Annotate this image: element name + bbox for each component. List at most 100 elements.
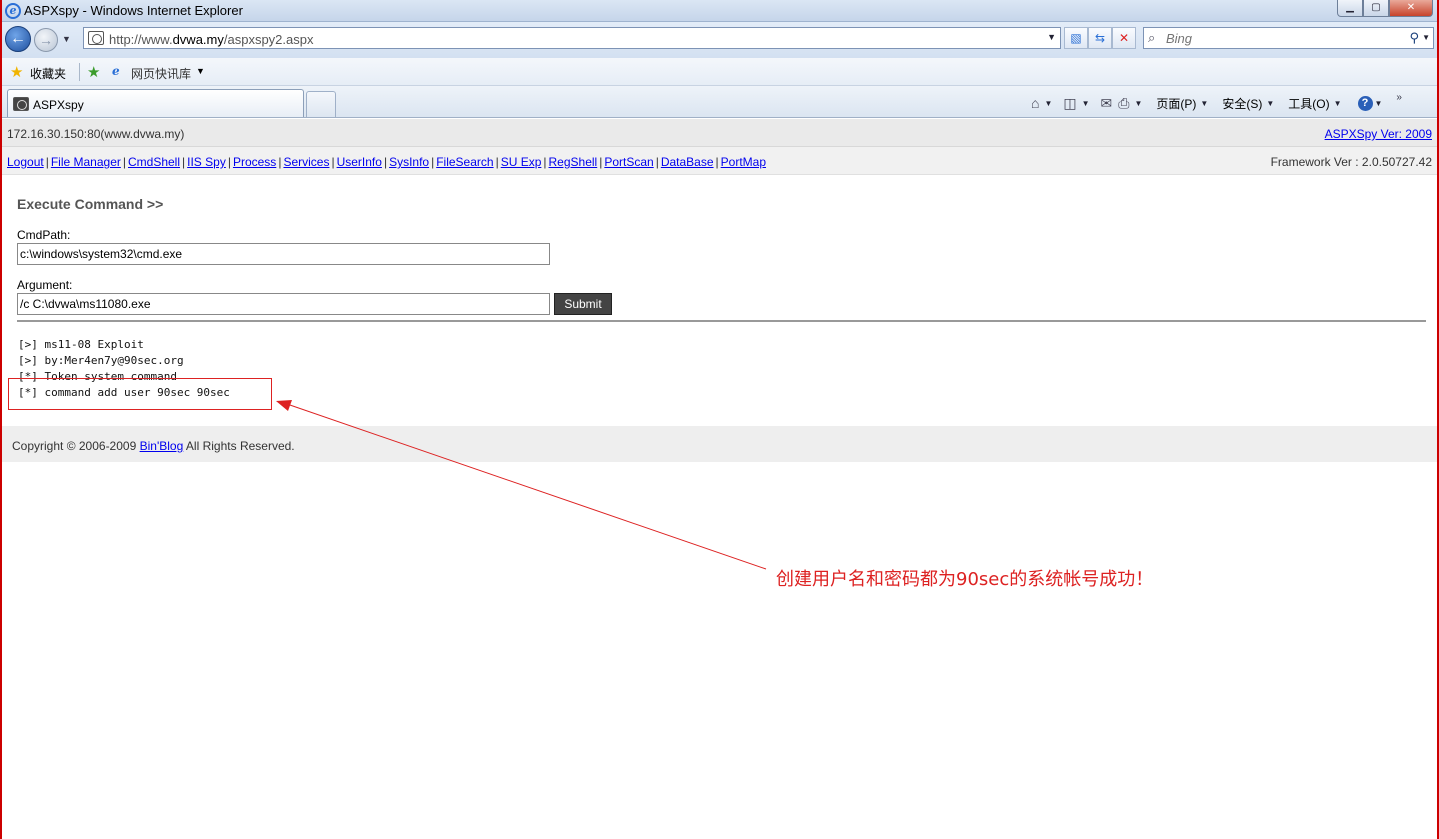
menu-separator: | (45, 155, 49, 169)
maximize-button[interactable]: ▢ (1363, 0, 1389, 17)
window-titlebar: e ASPXspy - Windows Internet Explorer ▁ … (2, 0, 1437, 22)
copyright-prefix: Copyright © 2006-2009 (12, 439, 140, 453)
footer: Copyright © 2006-2009 Bin'Blog All Right… (2, 426, 1437, 462)
version-link[interactable]: ASPXSpy Ver: 2009 (1325, 127, 1432, 141)
cmdpath-input[interactable] (17, 243, 550, 265)
favorites-button[interactable]: 收藏夹 (30, 65, 66, 82)
menu-link-filesearch[interactable]: FileSearch (436, 155, 493, 169)
tools-menu[interactable]: 工具(O) (1282, 95, 1331, 112)
copyright: Copyright © 2006-2009 Bin'Blog All Right… (12, 439, 295, 453)
divider (17, 320, 1426, 322)
search-provider-icon: ⌕ (1148, 30, 1156, 45)
copyright-suffix: All Rights Reserved. (183, 439, 295, 453)
print-dropdown-icon[interactable]: ▼ (1132, 99, 1150, 108)
back-arrow-icon: ← (10, 30, 26, 47)
host-info-bar: 172.16.30.150:80(www.dvwa.my) ASPXSpy Ve… (2, 119, 1437, 147)
menu-link-database[interactable]: DataBase (661, 155, 714, 169)
menu-link-userinfo[interactable]: UserInfo (337, 155, 382, 169)
menu-link-file-manager[interactable]: File Manager (51, 155, 121, 169)
safety-menu-dropdown-icon[interactable]: ▼ (1264, 99, 1282, 108)
compatibility-view-button[interactable]: ▧ (1064, 27, 1088, 49)
new-tab-button[interactable] (306, 91, 336, 117)
tools-menu-dropdown-icon[interactable]: ▼ (1332, 99, 1350, 108)
page-menu[interactable]: 页面(P) (1150, 95, 1198, 112)
ie-logo-icon: e (5, 3, 21, 19)
stop-button[interactable]: ✕ (1112, 27, 1136, 49)
page-menu-dropdown-icon[interactable]: ▼ (1198, 99, 1216, 108)
web-slice-dropdown-icon[interactable]: ▼ (196, 66, 205, 76)
forward-arrow-icon: → (39, 32, 53, 48)
window-title: ASPXspy - Windows Internet Explorer (24, 3, 243, 18)
menu-separator: | (543, 155, 547, 169)
host-address: 172.16.30.150:80(www.dvwa.my) (7, 127, 185, 141)
address-url[interactable]: http://www.dvwa.my/aspxspy2.aspx (109, 32, 313, 47)
output-line: [>] by:Mer4en7y@90sec.org (18, 354, 184, 367)
favorites-star-icon[interactable]: ★ (10, 63, 23, 81)
window-controls: ▁ ▢ ✕ (1337, 0, 1433, 17)
framework-version: Framework Ver : 2.0.50727.42 (1270, 155, 1432, 169)
url-prefix: http://www. (109, 32, 173, 47)
menu-link-portscan[interactable]: PortScan (604, 155, 653, 169)
refresh-button[interactable]: ⇆ (1088, 27, 1112, 49)
read-mail-icon[interactable]: ✉ (1098, 95, 1116, 112)
search-box[interactable]: ⌕ ⚲ ▼ (1143, 27, 1434, 49)
tab-aspxspy[interactable]: ASPXspy (7, 89, 304, 117)
menu-separator: | (122, 155, 126, 169)
forward-button[interactable]: → (34, 28, 58, 52)
home-icon[interactable]: ⌂ (1028, 95, 1042, 111)
tab-bar: ASPXspy ⌂ ▼ ◫ ▼ ✉ ⎙ ▼ 页面(P) ▼ 安全(S) ▼ 工具… (2, 86, 1437, 118)
shell-menu: Logout | File Manager | CmdShell | IIS Spy | Pro… (7, 155, 766, 169)
address-bar[interactable]: http://www.dvwa.my/aspxspy2.aspx ▼ (83, 27, 1061, 49)
help-dropdown-icon[interactable]: ▼ (1373, 99, 1391, 108)
arrow-head (276, 400, 292, 411)
binblog-link[interactable]: Bin'Blog (140, 439, 184, 453)
chevron-more-icon[interactable]: » (1396, 92, 1402, 103)
menu-link-iis-spy[interactable]: IIS Spy (187, 155, 226, 169)
menu-separator: | (655, 155, 659, 169)
add-favorite-icon[interactable]: ★ (87, 63, 100, 81)
tab-title: ASPXspy (33, 98, 84, 112)
minimize-button[interactable]: ▁ (1337, 0, 1363, 17)
menu-link-logout[interactable]: Logout (7, 155, 44, 169)
menu-separator: | (383, 155, 388, 169)
address-dropdown-icon[interactable]: ▼ (1047, 32, 1056, 42)
rss-feeds-icon[interactable]: ◫ (1060, 95, 1079, 112)
stop-icon: ✕ (1118, 31, 1130, 45)
menu-link-sysinfo[interactable]: SysInfo (389, 155, 429, 169)
page-content: 172.16.30.150:80(www.dvwa.my) ASPXSpy Ve… (2, 119, 1437, 839)
history-dropdown-icon[interactable]: ▼ (62, 34, 71, 44)
shell-menu-bar: Logout | File Manager | CmdShell | IIS Spy | Pro… (2, 147, 1437, 175)
web-slice-icon: e (112, 64, 120, 78)
search-input[interactable] (1166, 30, 1396, 46)
menu-link-services[interactable]: Services (283, 155, 329, 169)
favorites-separator (79, 63, 80, 81)
close-window-button[interactable]: ✕ (1389, 0, 1433, 17)
site-favicon-icon (88, 31, 104, 45)
address-tools: ▧ ⇆ ✕ (1064, 27, 1136, 49)
print-icon[interactable]: ⎙ (1115, 95, 1132, 112)
argument-label: Argument: (17, 278, 73, 292)
search-icon[interactable]: ⚲ (1409, 30, 1419, 46)
menu-link-portmap[interactable]: PortMap (721, 155, 766, 169)
output-line: [>] ms11-08 Exploit (18, 338, 144, 351)
menu-link-regshell[interactable]: RegShell (549, 155, 598, 169)
menu-link-su-exp[interactable]: SU Exp (501, 155, 542, 169)
web-slice-gallery-link[interactable]: 网页快讯库 (131, 65, 191, 82)
menu-link-process[interactable]: Process (233, 155, 276, 169)
safety-menu[interactable]: 安全(S) (1216, 95, 1264, 112)
menu-separator: | (715, 155, 719, 169)
refresh-icon: ⇆ (1094, 31, 1106, 45)
feeds-dropdown-icon[interactable]: ▼ (1080, 99, 1098, 108)
highlight-box (8, 378, 272, 410)
section-title: Execute Command >> (17, 196, 164, 212)
command-bar: ⌂ ▼ ◫ ▼ ✉ ⎙ ▼ 页面(P) ▼ 安全(S) ▼ 工具(O) ▼ ? … (1028, 92, 1402, 114)
help-icon[interactable]: ? (1357, 95, 1373, 111)
menu-link-cmdshell[interactable]: CmdShell (128, 155, 180, 169)
argument-input[interactable] (17, 293, 550, 315)
menu-separator: | (495, 155, 499, 169)
search-options-dropdown-icon[interactable]: ▼ (1422, 33, 1430, 42)
home-dropdown-icon[interactable]: ▼ (1042, 99, 1060, 108)
url-host: dvwa.my (172, 32, 224, 47)
back-button[interactable]: ← (5, 26, 31, 52)
submit-button[interactable]: Submit (554, 293, 612, 315)
